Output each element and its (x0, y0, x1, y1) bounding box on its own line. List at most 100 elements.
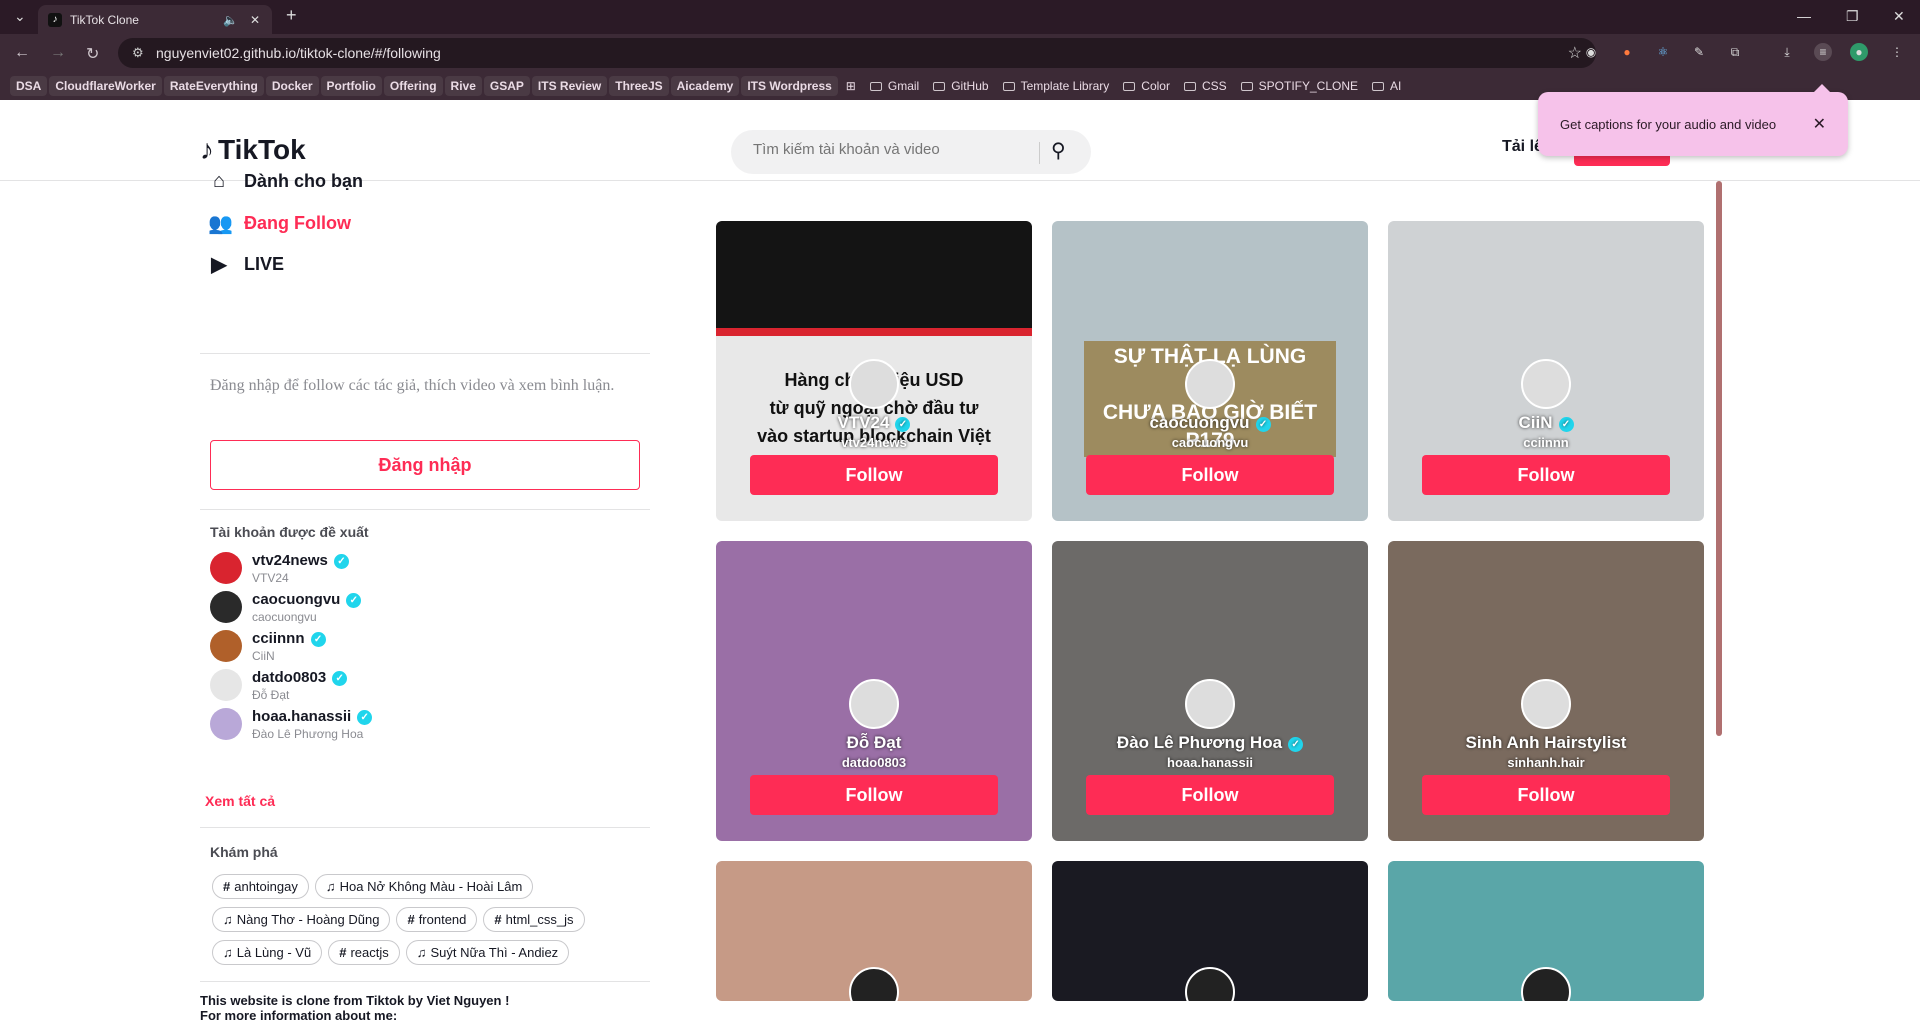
bookmark-item[interactable]: Template Library (997, 76, 1116, 96)
browser-tab[interactable]: ♪ TikTok Clone 🔈 ✕ (38, 5, 272, 34)
download-icon[interactable]: ⤓ (1778, 43, 1796, 61)
bookmark-item[interactable]: Color (1117, 76, 1176, 96)
tag-label: Hoa Nở Không Màu - Hoài Lâm (339, 879, 523, 894)
bookmark-star-icon[interactable]: ☆ (1568, 43, 1582, 63)
video-card[interactable] (716, 861, 1032, 1001)
search-input[interactable] (753, 141, 1043, 158)
speaker-icon[interactable]: 🔈 (223, 13, 238, 27)
sidebar-menu-item[interactable]: 👥 Đang Follow (208, 211, 351, 236)
follow-button[interactable]: Follow (1086, 775, 1334, 815)
folder-icon (1002, 82, 1015, 91)
follow-button[interactable]: Follow (1422, 775, 1670, 815)
new-tab-icon[interactable]: + (286, 5, 297, 26)
bookmark-item[interactable]: ThreeJS (609, 76, 669, 96)
bookmark-item[interactable]: RateEverything (163, 76, 264, 96)
discover-tag[interactable]: # reactjs (328, 940, 400, 965)
bookmark-item[interactable]: CSS (1178, 76, 1233, 96)
bookmark-item[interactable]: ITS Review (531, 76, 608, 96)
discover-tag[interactable]: ♫ Nàng Thơ - Hoàng Dũng (212, 907, 391, 932)
sidebar-menu-item[interactable]: ▶ LIVE (208, 252, 284, 277)
suggested-account[interactable]: cciinnn ✓ CiiN (210, 626, 326, 666)
extension-2-icon[interactable]: ● (1618, 43, 1636, 61)
menu-dots-icon[interactable]: ⋮ (1888, 43, 1906, 61)
video-card[interactable]: SỰ THẬT LẠ LÙNG BẠN CHƯA BAO GIỜ BIẾT P1… (1052, 221, 1368, 521)
bookmark-item[interactable]: Offering (383, 76, 443, 96)
forward-icon[interactable]: → (50, 44, 66, 62)
bookmark-label: ITS Wordpress (747, 79, 832, 93)
address-bar[interactable]: ⚙ nguyenviet02.github.io/tiktok-clone/#/… (118, 38, 1596, 68)
close-tooltip-icon[interactable]: ✕ (1813, 114, 1826, 134)
bookmark-item[interactable]: DSA (10, 76, 48, 96)
bookmark-label: GSAP (489, 79, 524, 93)
extension-4-icon[interactable]: ✎ (1690, 43, 1708, 61)
suggested-account[interactable]: caocuongvu ✓ caocuongvu (210, 587, 362, 627)
discover-tag[interactable]: # frontend (396, 907, 478, 932)
card-username: caocuongvu (1171, 435, 1249, 450)
back-icon[interactable]: ← (14, 44, 30, 62)
bookmark-item[interactable]: Aicademy (670, 76, 740, 96)
folder-icon (1240, 82, 1253, 91)
minimize-icon[interactable]: — (1797, 8, 1811, 24)
page-scrollbar[interactable] (1716, 181, 1722, 736)
tag-label: reactjs (350, 945, 389, 960)
follow-button[interactable]: Follow (750, 455, 998, 495)
upload-link[interactable]: Tải lê (1502, 138, 1543, 156)
suggested-account[interactable]: vtv24news ✓ VTV24 (210, 548, 349, 588)
close-window-icon[interactable]: ✕ (1893, 8, 1905, 25)
bookmark-item[interactable]: ITS Wordpress (741, 76, 838, 96)
profile-avatar-icon[interactable]: ● (1850, 43, 1868, 61)
media-controls-icon[interactable]: ≡ (1814, 43, 1832, 61)
video-card[interactable]: Hàng chục triệu USD từ quỹ ngoại chờ đầu… (716, 221, 1032, 521)
video-card[interactable]: Sinh Anh Hairstylist sinhanh.hair Follow (1388, 541, 1704, 841)
verified-icon: ✓ (346, 592, 362, 608)
bookmark-item[interactable]: Rive (444, 76, 482, 96)
bookmark-item[interactable]: Docker (265, 76, 319, 96)
video-card[interactable]: CiiN ✓ cciinnn Follow (1388, 221, 1704, 521)
extension-1-icon[interactable]: ◉ (1582, 43, 1600, 61)
card-username: hoaa.hanassii (1167, 755, 1253, 770)
video-card[interactable] (1052, 861, 1368, 1001)
follow-button[interactable]: Follow (750, 775, 998, 815)
suggested-account[interactable]: datdo0803 ✓ Đỗ Đạt (210, 665, 348, 705)
sidebar-menu-item[interactable]: ⌂ Dành cho bạn (208, 170, 363, 193)
bookmark-label: Rive (450, 79, 476, 93)
bookmark-item[interactable]: Portfolio (320, 76, 382, 96)
bookmark-label: Gmail (887, 79, 920, 93)
discover-tag[interactable]: # anhtoingay (212, 874, 309, 899)
video-card[interactable] (1388, 861, 1704, 1001)
bookmark-item[interactable]: CloudflareWorker (49, 76, 162, 96)
tag-label: Nàng Thơ - Hoàng Dũng (236, 912, 380, 927)
bookmark-label: RateEverything (169, 79, 258, 93)
tiktok-logo[interactable]: ♪ TikTok (200, 134, 306, 166)
tag-label: anhtoingay (234, 879, 298, 894)
bookmark-item[interactable]: SPOTIFY_CLONE (1235, 76, 1364, 96)
discover-tag[interactable]: ♫ Suýt Nữa Thì - Andiez (405, 940, 570, 965)
restore-icon[interactable]: ❐ (1846, 8, 1859, 25)
tab-list-icon[interactable]: ⌄ (14, 8, 26, 25)
sidebar-login-button[interactable]: Đăng nhập (210, 440, 640, 490)
search-icon[interactable]: ⚲ (1051, 138, 1066, 163)
video-card[interactable]: Đỗ Đạt datdo0803 Follow (716, 541, 1032, 841)
sidebar-menu-label: Dành cho bạn (244, 171, 364, 191)
video-card[interactable]: Đào Lê Phương Hoa ✓ hoaa.hanassii Follow (1052, 541, 1368, 841)
see-all-link[interactable]: Xem tất cả (205, 793, 275, 809)
close-tab-icon[interactable]: ✕ (250, 13, 260, 27)
extensions-puzzle-icon[interactable]: ⧉ (1726, 43, 1744, 61)
bookmark-label: SPOTIFY_CLONE (1258, 79, 1359, 93)
site-info-icon[interactable]: ⚙ (132, 45, 144, 61)
apps-grid-icon[interactable]: ⊞ (840, 76, 862, 96)
bookmark-item[interactable]: GitHub (927, 76, 994, 96)
bookmark-item[interactable]: Gmail (864, 76, 925, 96)
react-devtools-icon[interactable]: ⚛ (1654, 43, 1672, 61)
reload-icon[interactable]: ↻ (86, 44, 99, 64)
suggested-account[interactable]: hoaa.hanassii ✓ Đào Lê Phương Hoa (210, 704, 373, 744)
follow-button[interactable]: Follow (1422, 455, 1670, 495)
bookmark-item[interactable]: GSAP (483, 76, 530, 96)
account-username: datdo0803 ✓ (252, 669, 348, 686)
discover-tag[interactable]: # html_css_js (483, 907, 585, 932)
discover-tag[interactable]: ♫ Hoa Nở Không Màu - Hoài Lâm (314, 874, 534, 899)
follow-button[interactable]: Follow (1086, 455, 1334, 495)
discover-tag[interactable]: ♫ Là Lùng - Vũ (212, 940, 323, 965)
verified-icon: ✓ (310, 631, 326, 647)
bookmark-item[interactable]: AI (1366, 76, 1407, 96)
